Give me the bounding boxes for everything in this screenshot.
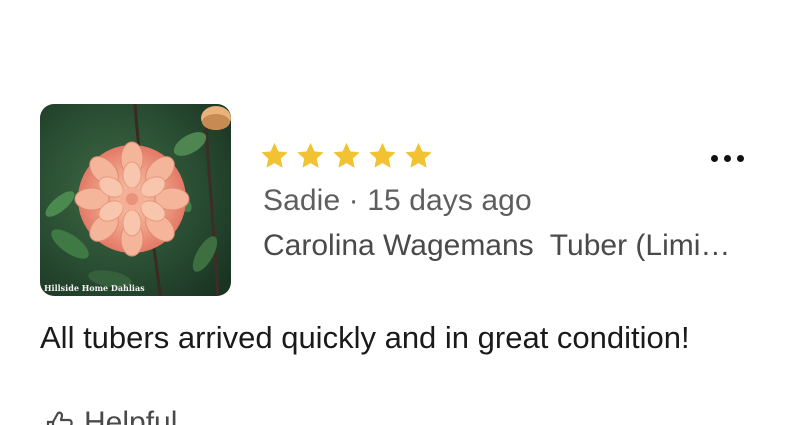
helpful-label: Helpful: [84, 406, 178, 425]
product-title-link[interactable]: Carolina Wagemans Tuber (Limi…: [263, 229, 753, 263]
star-rating: [259, 141, 434, 171]
more-horizontal-icon: [736, 154, 744, 162]
more-horizontal-icon: [723, 154, 731, 162]
review-photo[interactable]: Hillside Home Dahlias: [40, 104, 231, 296]
reviewer-name-and-date: Sadie · 15 days ago: [263, 184, 532, 217]
star-icon: [367, 141, 398, 171]
star-icon: [259, 141, 290, 171]
more-options-button[interactable]: [700, 146, 754, 170]
more-horizontal-icon: [710, 154, 718, 162]
thumbs-up-icon: [44, 403, 74, 425]
dahlia-image: [40, 104, 231, 296]
review-card: Hillside Home Dahlias Sadie · 15 days ag…: [0, 0, 800, 425]
photo-watermark: Hillside Home Dahlias: [44, 283, 145, 293]
star-icon: [331, 141, 362, 171]
review-text: All tubers arrived quickly and in great …: [40, 320, 690, 355]
star-icon: [295, 141, 326, 171]
helpful-button[interactable]: Helpful: [44, 403, 177, 425]
star-icon: [403, 141, 434, 171]
